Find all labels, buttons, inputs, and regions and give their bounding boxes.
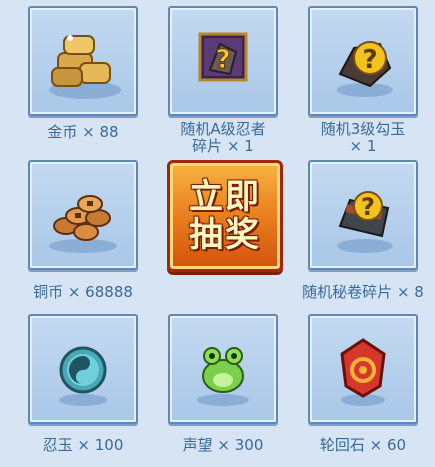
reward-label-reputation: 声望 × 300 [182, 436, 264, 454]
mystery-scroll-fragment-icon: ? [337, 191, 393, 253]
reward-tile-reputation[interactable] [168, 314, 278, 424]
svg-text:?: ? [361, 193, 375, 221]
ninja-jade-icon [59, 346, 107, 406]
reward-tile-ninja-fragment[interactable]: ? [168, 6, 278, 116]
reputation-frog-icon [197, 347, 249, 406]
svg-text:?: ? [362, 45, 377, 75]
reward-label-rinne-stone: 轮回石 × 60 [319, 436, 407, 454]
reward-label-gold: 金币 × 88 [47, 123, 119, 141]
gold-bars-icon [49, 35, 121, 99]
reward-label-scroll-fragment: 随机秘卷碎片 × 8 [302, 283, 424, 301]
mystery-ninja-fragment-icon: ? [198, 32, 248, 82]
reward-tile-magatama[interactable]: ? [308, 6, 418, 116]
reward-label-magatama: 随机3级勾玉 × 1 [320, 120, 406, 155]
draw-button-line2: 抽奖 [189, 215, 261, 255]
mystery-magatama-icon: ? [337, 41, 393, 97]
reward-label-copper: 铜币 × 68888 [33, 283, 133, 301]
copper-coins-icon [49, 195, 117, 253]
draw-button-line1: 立即 [189, 177, 261, 217]
reward-label-ninja-fragment: 随机A级忍者 碎片 × 1 [180, 120, 266, 155]
draw-now-button[interactable]: 立即 抽奖 [167, 160, 283, 272]
reward-label-ninja-jade: 忍玉 × 100 [42, 436, 124, 454]
reward-tile-gold[interactable] [28, 6, 138, 116]
reward-tile-ninja-jade[interactable] [28, 314, 138, 424]
svg-text:?: ? [215, 45, 230, 75]
reward-tile-scroll-fragment[interactable]: ? [308, 160, 418, 270]
reward-tile-rinne-stone[interactable] [308, 314, 418, 424]
reward-tile-copper[interactable] [28, 160, 138, 270]
rinne-stone-icon [340, 338, 386, 406]
